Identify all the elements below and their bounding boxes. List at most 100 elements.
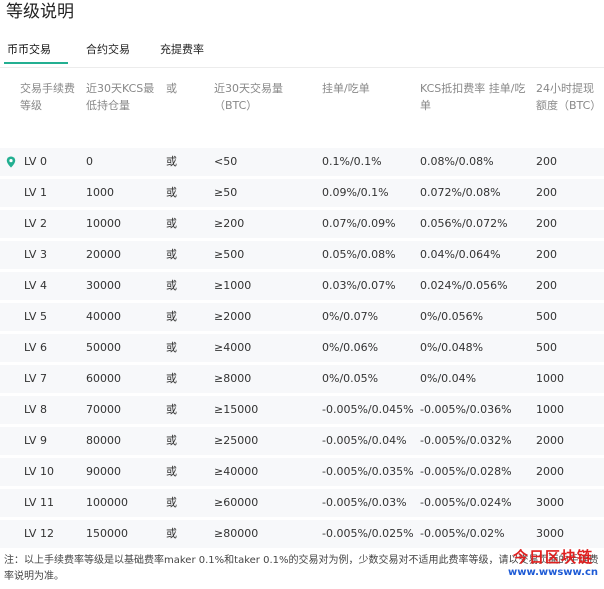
cell-maker-taker: 0.07%/0.09%: [322, 217, 396, 230]
cell-withdraw-limit: 500: [536, 341, 557, 354]
cell-kcs-holding: 60000: [86, 372, 121, 385]
cell-volume: ≥80000: [214, 527, 259, 540]
cell-maker-taker: 0.09%/0.1%: [322, 186, 389, 199]
cell-withdraw-limit: 3000: [536, 527, 564, 540]
table-row: LV 0 0 或 <50 0.1%/0.1% 0.08%/0.08% 200: [0, 148, 604, 176]
header-withdraw-limit: 24小时提现额度（BTC）: [536, 82, 602, 112]
cell-or: 或: [166, 310, 177, 323]
cell-kcs-holding: 0: [86, 155, 93, 168]
cell-volume: ≥50: [214, 186, 238, 199]
cell-level: LV 12: [24, 527, 54, 540]
header-kcs-discount: KCS抵扣费率 挂单/吃单: [420, 82, 526, 112]
cell-volume: ≥4000: [214, 341, 252, 354]
cell-kcs-holding: 80000: [86, 434, 121, 447]
cell-kcs-discount: -0.005%/0.032%: [420, 434, 512, 447]
cell-kcs-holding: 100000: [86, 496, 128, 509]
cell-withdraw-limit: 3000: [536, 496, 564, 509]
cell-maker-taker: 0%/0.05%: [322, 372, 379, 385]
cell-or: 或: [166, 217, 177, 230]
cell-volume: ≥8000: [214, 372, 252, 385]
tab-divider: [0, 67, 604, 68]
cell-volume: ≥200: [214, 217, 245, 230]
table-row: LV 1 1000 或 ≥50 0.09%/0.1% 0.072%/0.08% 200: [0, 179, 604, 207]
cell-volume: ≥60000: [214, 496, 259, 509]
tab-spot-trading[interactable]: 币币交易: [7, 40, 51, 60]
active-tab-indicator: [4, 62, 68, 64]
cell-level: LV 4: [24, 279, 47, 292]
cell-volume: ≥40000: [214, 465, 259, 478]
cell-withdraw-limit: 200: [536, 217, 557, 230]
cell-or: 或: [166, 403, 177, 416]
table-row: LV 12 150000 或 ≥80000 -0.005%/0.025% -0.005%/…: [0, 520, 604, 548]
cell-level: LV 7: [24, 372, 47, 385]
cell-maker-taker: -0.005%/0.035%: [322, 465, 414, 478]
footnote: 注：以上手续费率等级是以基础费率maker 0.1%和taker 0.1%的交易…: [4, 555, 599, 582]
cell-withdraw-limit: 200: [536, 186, 557, 199]
cell-volume: <50: [214, 155, 238, 168]
cell-kcs-holding: 40000: [86, 310, 121, 323]
cell-maker-taker: 0%/0.06%: [322, 341, 379, 354]
cell-maker-taker: 0.1%/0.1%: [322, 155, 382, 168]
cell-kcs-discount: -0.005%/0.028%: [420, 465, 512, 478]
cell-kcs-holding: 150000: [86, 527, 128, 540]
cell-level: LV 3: [24, 248, 47, 261]
header-maker-taker: 挂单/吃单: [322, 82, 370, 95]
cell-withdraw-limit: 2000: [536, 434, 564, 447]
table-row: LV 4 30000 或 ≥1000 0.03%/0.07% 0.024%/0.056% 2…: [0, 272, 604, 300]
page-title: 等级说明: [6, 2, 74, 22]
cell-maker-taker: -0.005%/0.04%: [322, 434, 407, 447]
table-row: LV 10 90000 或 ≥40000 -0.005%/0.035% -0.005%/0…: [0, 458, 604, 486]
cell-maker-taker: 0.03%/0.07%: [322, 279, 396, 292]
table-row: LV 11 100000 或 ≥60000 -0.005%/0.03% -0.005%/0…: [0, 489, 604, 517]
cell-level: LV 2: [24, 217, 47, 230]
cell-kcs-discount: 0.024%/0.056%: [420, 279, 508, 292]
cell-level: LV 0: [24, 155, 47, 168]
table-row: LV 2 10000 或 ≥200 0.07%/0.09% 0.056%/0.072% 20…: [0, 210, 604, 238]
cell-or: 或: [166, 372, 177, 385]
table-row: LV 5 40000 或 ≥2000 0%/0.07% 0%/0.056% 500: [0, 303, 604, 331]
cell-kcs-discount: 0.08%/0.08%: [420, 155, 494, 168]
location-pin-icon: [6, 156, 16, 168]
header-level: 交易手续费等级: [20, 82, 75, 112]
header-or: 或: [166, 82, 177, 95]
cell-withdraw-limit: 1000: [536, 403, 564, 416]
cell-or: 或: [166, 341, 177, 354]
cell-kcs-holding: 90000: [86, 465, 121, 478]
table-row: LV 3 20000 或 ≥500 0.05%/0.08% 0.04%/0.064% 200: [0, 241, 604, 269]
cell-level: LV 5: [24, 310, 47, 323]
cell-or: 或: [166, 248, 177, 261]
cell-or: 或: [166, 496, 177, 509]
cell-level: LV 10: [24, 465, 54, 478]
cell-kcs-discount: -0.005%/0.02%: [420, 527, 505, 540]
cell-withdraw-limit: 200: [536, 248, 557, 261]
cell-or: 或: [166, 186, 177, 199]
cell-kcs-holding: 50000: [86, 341, 121, 354]
tab-futures-trading[interactable]: 合约交易: [86, 40, 130, 60]
cell-or: 或: [166, 155, 177, 168]
cell-maker-taker: 0%/0.07%: [322, 310, 379, 323]
cell-level: LV 6: [24, 341, 47, 354]
cell-maker-taker: -0.005%/0.03%: [322, 496, 407, 509]
cell-kcs-holding: 70000: [86, 403, 121, 416]
cell-withdraw-limit: 200: [536, 155, 557, 168]
cell-level: LV 9: [24, 434, 47, 447]
cell-level: LV 8: [24, 403, 47, 416]
cell-volume: ≥15000: [214, 403, 259, 416]
table-row: LV 9 80000 或 ≥25000 -0.005%/0.04% -0.005%/0.0…: [0, 427, 604, 455]
cell-maker-taker: -0.005%/0.045%: [322, 403, 414, 416]
cell-kcs-holding: 1000: [86, 186, 114, 199]
cell-volume: ≥500: [214, 248, 245, 261]
cell-or: 或: [166, 465, 177, 478]
cell-withdraw-limit: 1000: [536, 372, 564, 385]
tab-deposit-withdraw-fees[interactable]: 充提费率: [160, 40, 204, 60]
cell-volume: ≥25000: [214, 434, 259, 447]
header-kcs-holding: 近30天KCS最低持仓量: [86, 82, 155, 112]
cell-level: LV 11: [24, 496, 54, 509]
cell-volume: ≥1000: [214, 279, 252, 292]
cell-kcs-discount: 0.072%/0.08%: [420, 186, 501, 199]
tab-bar: 币币交易 合约交易 充提费率: [0, 40, 604, 66]
cell-volume: ≥2000: [214, 310, 252, 323]
cell-kcs-discount: 0%/0.056%: [420, 310, 484, 323]
cell-withdraw-limit: 200: [536, 279, 557, 292]
cell-kcs-discount: -0.005%/0.024%: [420, 496, 512, 509]
